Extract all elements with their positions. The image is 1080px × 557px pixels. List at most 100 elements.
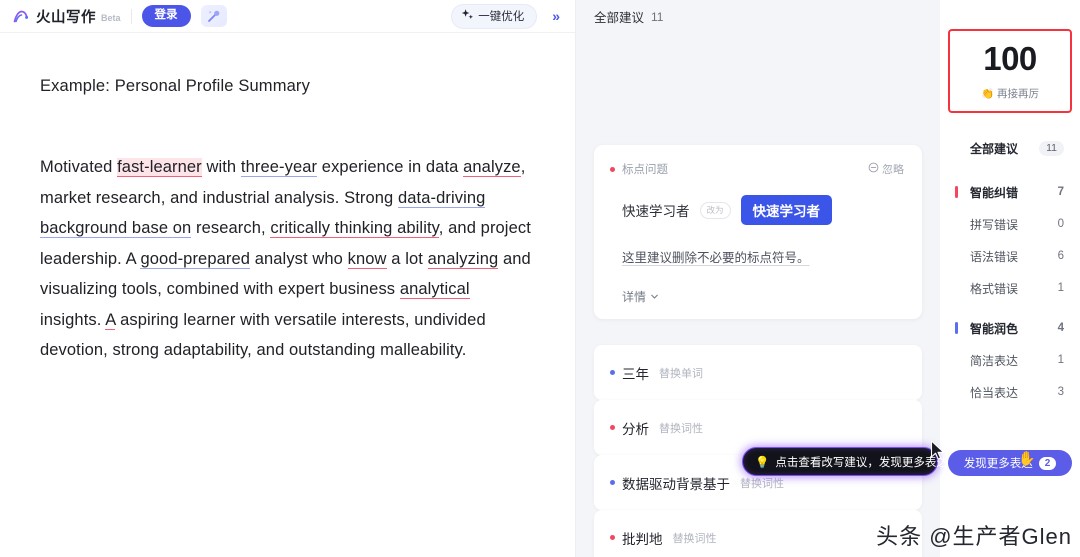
sparkle-icon <box>461 8 474 24</box>
sidebar-item-label: 语法错误 <box>970 249 1019 264</box>
editor-header: 火山写作 Beta 登录 一键优化 » <box>0 0 575 33</box>
suggestion-category: 标点问题 <box>622 164 668 176</box>
optimize-label: 一键优化 <box>478 11 525 23</box>
score-caption-text: 再接再厉 <box>997 87 1040 100</box>
sidebar-item-concise[interactable]: 简洁表达 1 <box>940 344 1080 376</box>
circle-minus-icon <box>868 162 879 176</box>
tooltip-text: 点击查看改写建议，发现更多表达 <box>775 456 948 469</box>
text-run: research, <box>191 219 271 237</box>
row-dot-icon <box>610 425 615 430</box>
suggestion-card[interactable]: 标点问题 忽略 快速学习者 改为 快速学习者 这里建议删除不必要的标点符号。 详… <box>594 145 922 319</box>
sidebar-item-format[interactable]: 格式错误 1 <box>940 272 1080 304</box>
marked-text-blue[interactable]: three-year <box>240 158 318 177</box>
sidebar-item-label: 简洁表达 <box>970 353 1019 368</box>
document-paragraph[interactable]: Motivated fast-learner with three-year e… <box>40 152 533 366</box>
row-dot-icon <box>610 480 615 485</box>
volcano-logo-icon <box>12 7 31 26</box>
marked-text-blue[interactable]: good-prepared <box>140 249 251 269</box>
text-run: analyst who <box>250 249 348 268</box>
replacement-chip[interactable]: 快速学习者 <box>740 195 833 225</box>
sidebar-item-label: 恰当表达 <box>970 385 1019 400</box>
category-dot-icon <box>610 166 615 172</box>
text-run: with <box>201 158 241 176</box>
marked-text-red[interactable]: know <box>347 249 387 269</box>
watermark: 头条 @生产者Glen <box>876 524 1072 549</box>
ignore-button[interactable]: 忽略 <box>868 161 904 177</box>
sidebar-item-count: 4 <box>1057 322 1064 334</box>
row-dot-icon <box>610 535 615 540</box>
suggestion-details-toggle[interactable]: 详情 <box>610 288 904 305</box>
change-to-pill: 改为 <box>699 201 731 219</box>
sidebar-item-count: 1 <box>1057 282 1064 294</box>
sidebar-item-correction[interactable]: 智能纠错 7 <box>940 176 1080 208</box>
suggestion-card-header: 标点问题 忽略 <box>610 161 904 177</box>
sidebar-item-count: 6 <box>1057 250 1064 262</box>
chevron-down-icon <box>650 290 659 304</box>
score-value: 100 <box>979 39 1041 80</box>
suggestion-row-3[interactable]: 批判地 替换词性 <box>594 510 922 557</box>
sidebar-item-count: 7 <box>1057 186 1064 198</box>
row-dot-icon <box>610 370 615 375</box>
sidebar-item-label: 拼写错误 <box>970 217 1019 232</box>
sidebar-item-label: 格式错误 <box>970 281 1019 296</box>
sidebar-item-label: 智能润色 <box>970 321 1019 336</box>
suggestion-rewrite: 快速学习者 改为 快速学习者 <box>610 195 904 225</box>
category-bar-icon <box>955 322 958 334</box>
sidebar-list: 全部建议 11 智能纠错 7 拼写错误 0 语法错误 6 格式错误 1 智能润色… <box>940 132 1080 408</box>
sidebar-item-polish[interactable]: 智能润色 4 <box>940 312 1080 344</box>
row-tag: 替换词性 <box>659 422 703 435</box>
marked-text-red[interactable]: A <box>105 310 116 330</box>
text-run: a lot <box>386 249 428 268</box>
sidebar-item-spelling[interactable]: 拼写错误 0 <box>940 208 1080 240</box>
suggestions-header-label: 全部建议 <box>594 11 645 25</box>
brand: 火山写作 Beta <box>12 6 121 27</box>
text-run: experience in data <box>317 158 464 176</box>
original-word: 快速学习者 <box>622 204 690 219</box>
brand-name: 火山写作 <box>36 9 96 26</box>
discover-more-button[interactable]: 发现更多表达 2 <box>948 450 1072 476</box>
suggestion-row-0[interactable]: 三年 替换单词 <box>594 345 922 400</box>
discover-badge: 2 <box>1038 456 1057 470</box>
one-click-optimize-button[interactable]: 一键优化 <box>451 3 538 29</box>
sidebar-item-count: 3 <box>1057 386 1064 398</box>
row-word: 分析 <box>622 421 649 437</box>
details-label: 详情 <box>622 290 647 304</box>
marked-text-redfill[interactable]: fast-learner <box>117 158 202 177</box>
sidebar-item-grammar[interactable]: 语法错误 6 <box>940 240 1080 272</box>
ignore-label: 忽略 <box>882 164 904 176</box>
row-tag: 替换词性 <box>740 477 784 490</box>
mouse-cursor-icon <box>930 440 946 467</box>
score-caption: 👏 再接再厉 <box>981 86 1039 101</box>
sidebar-item-all[interactable]: 全部建议 11 <box>940 132 1080 164</box>
app-root: 火山写作 Beta 登录 一键优化 » Example: Personal Pr… <box>0 0 1080 557</box>
suggestions-header: 全部建议 11 <box>576 0 940 33</box>
login-button[interactable]: 登录 <box>141 5 191 27</box>
editor-pane: 火山写作 Beta 登录 一键优化 » Example: Personal Pr… <box>0 0 576 557</box>
row-word: 批判地 <box>622 531 663 547</box>
suggestions-header-count: 11 <box>651 9 664 24</box>
marked-text-red[interactable]: analyze <box>463 158 521 177</box>
double-chevron-right-icon[interactable]: » <box>547 9 565 23</box>
suggestion-description: 这里建议删除不必要的标点符号。 <box>622 251 810 265</box>
pointing-hand-icon: ✋ <box>1018 450 1036 466</box>
text-run: Motivated <box>40 158 118 176</box>
rewrite-tooltip: 💡 点击查看改写建议，发现更多表达 <box>742 447 948 476</box>
marked-text-red[interactable]: analyzing <box>427 249 499 269</box>
marked-text-red[interactable]: analytical <box>399 280 470 299</box>
sidebar-item-count: 1 <box>1057 354 1064 366</box>
sidebar-item-count: 11 <box>1039 140 1064 156</box>
marked-text-red[interactable]: critically thinking ability <box>270 219 439 238</box>
sidebar-item-appropriate[interactable]: 恰当表达 3 <box>940 376 1080 408</box>
category-bar-icon <box>955 186 958 198</box>
row-tag: 替换词性 <box>672 532 717 545</box>
score-card: 100 👏 再接再厉 <box>948 29 1072 113</box>
row-word: 数据驱动背景基于 <box>622 476 730 492</box>
beta-tag: Beta <box>101 12 121 23</box>
sidebar-pane: 100 👏 再接再厉 全部建议 11 智能纠错 7 拼写错误 0 语法错误 6 … <box>940 0 1080 557</box>
document-body[interactable]: Example: Personal Profile Summary Motiva… <box>0 33 575 366</box>
lightbulb-icon: 💡 <box>755 456 770 469</box>
row-word: 三年 <box>622 366 649 382</box>
magic-wand-icon[interactable] <box>200 5 227 27</box>
document-title: Example: Personal Profile Summary <box>40 77 310 95</box>
row-tag: 替换单词 <box>659 367 703 380</box>
